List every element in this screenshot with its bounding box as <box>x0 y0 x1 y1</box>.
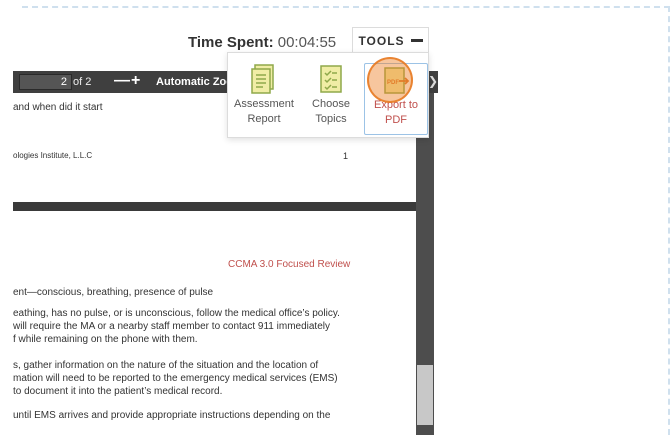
section-heading-line: ent—conscious, breathing, presence of pu… <box>13 287 214 298</box>
zoom-in-button[interactable]: + <box>131 72 140 90</box>
page-separator <box>13 202 416 211</box>
paragraph-3: until EMS arrives and provide appropriat… <box>13 409 330 422</box>
pdf-document-area: and when did it start ologies Institute,… <box>13 93 416 435</box>
choose-topics-line2: Topics <box>315 113 347 125</box>
assessment-report-line1: Assessment <box>234 98 294 110</box>
tools-dropdown-panel: Assessment Report Choose Topics PDF Expo… <box>227 52 429 138</box>
review-title: CCMA 3.0 Focused Review <box>228 259 351 270</box>
time-spent-display: Time Spent: 00:04:55 <box>188 34 336 51</box>
collapse-minus-icon[interactable] <box>410 39 423 42</box>
page-footer-left: ologies Institute, L.L.C <box>13 151 93 160</box>
tools-toggle[interactable]: TOOLS <box>352 27 429 53</box>
scrollbar-thumb[interactable] <box>417 365 433 425</box>
time-spent-value: 00:04:55 <box>277 34 337 51</box>
paragraph-line: until EMS arrives and provide appropriat… <box>13 410 331 421</box>
assessment-report-line2: Report <box>247 113 281 125</box>
click-indicator <box>367 57 413 103</box>
paragraph-line: mation will need to be reported to the e… <box>13 373 338 384</box>
page-total-label: of 2 <box>73 76 92 88</box>
paragraph-1: eathing, has no pulse, or is unconscious… <box>13 307 340 346</box>
paragraph-line: eathing, has no pulse, or is unconscious… <box>13 308 340 319</box>
page1-text-line: and when did it start <box>13 102 103 113</box>
export-to-pdf-line2: PDF <box>385 114 407 126</box>
tools-tab-label: TOOLS <box>358 33 405 48</box>
paragraph-line: s, gather information on the nature of t… <box>13 360 319 371</box>
chevron-right-icon[interactable]: ❯ <box>428 74 438 88</box>
paragraph-line: will require the MA or a nearby staff me… <box>13 321 330 332</box>
zoom-out-button[interactable]: — <box>114 72 130 90</box>
paragraph-2: s, gather information on the nature of t… <box>13 359 338 398</box>
page-number-input[interactable]: 2 <box>19 74 72 90</box>
assessment-report-button[interactable]: Assessment Report <box>232 63 296 135</box>
time-spent-label: Time Spent: <box>188 34 274 51</box>
paragraph-line: to document it into the patient’s medica… <box>13 386 223 397</box>
page-footer-number: 1 <box>343 151 349 161</box>
report-icon <box>251 64 274 94</box>
topics-icon <box>320 65 342 93</box>
paragraph-line: f while remaining on the phone with them… <box>13 334 198 345</box>
choose-topics-button[interactable]: Choose Topics <box>299 63 363 135</box>
choose-topics-line1: Choose <box>312 98 350 110</box>
pdf-scrollbar[interactable] <box>416 93 434 435</box>
dashed-border-top <box>22 6 670 8</box>
